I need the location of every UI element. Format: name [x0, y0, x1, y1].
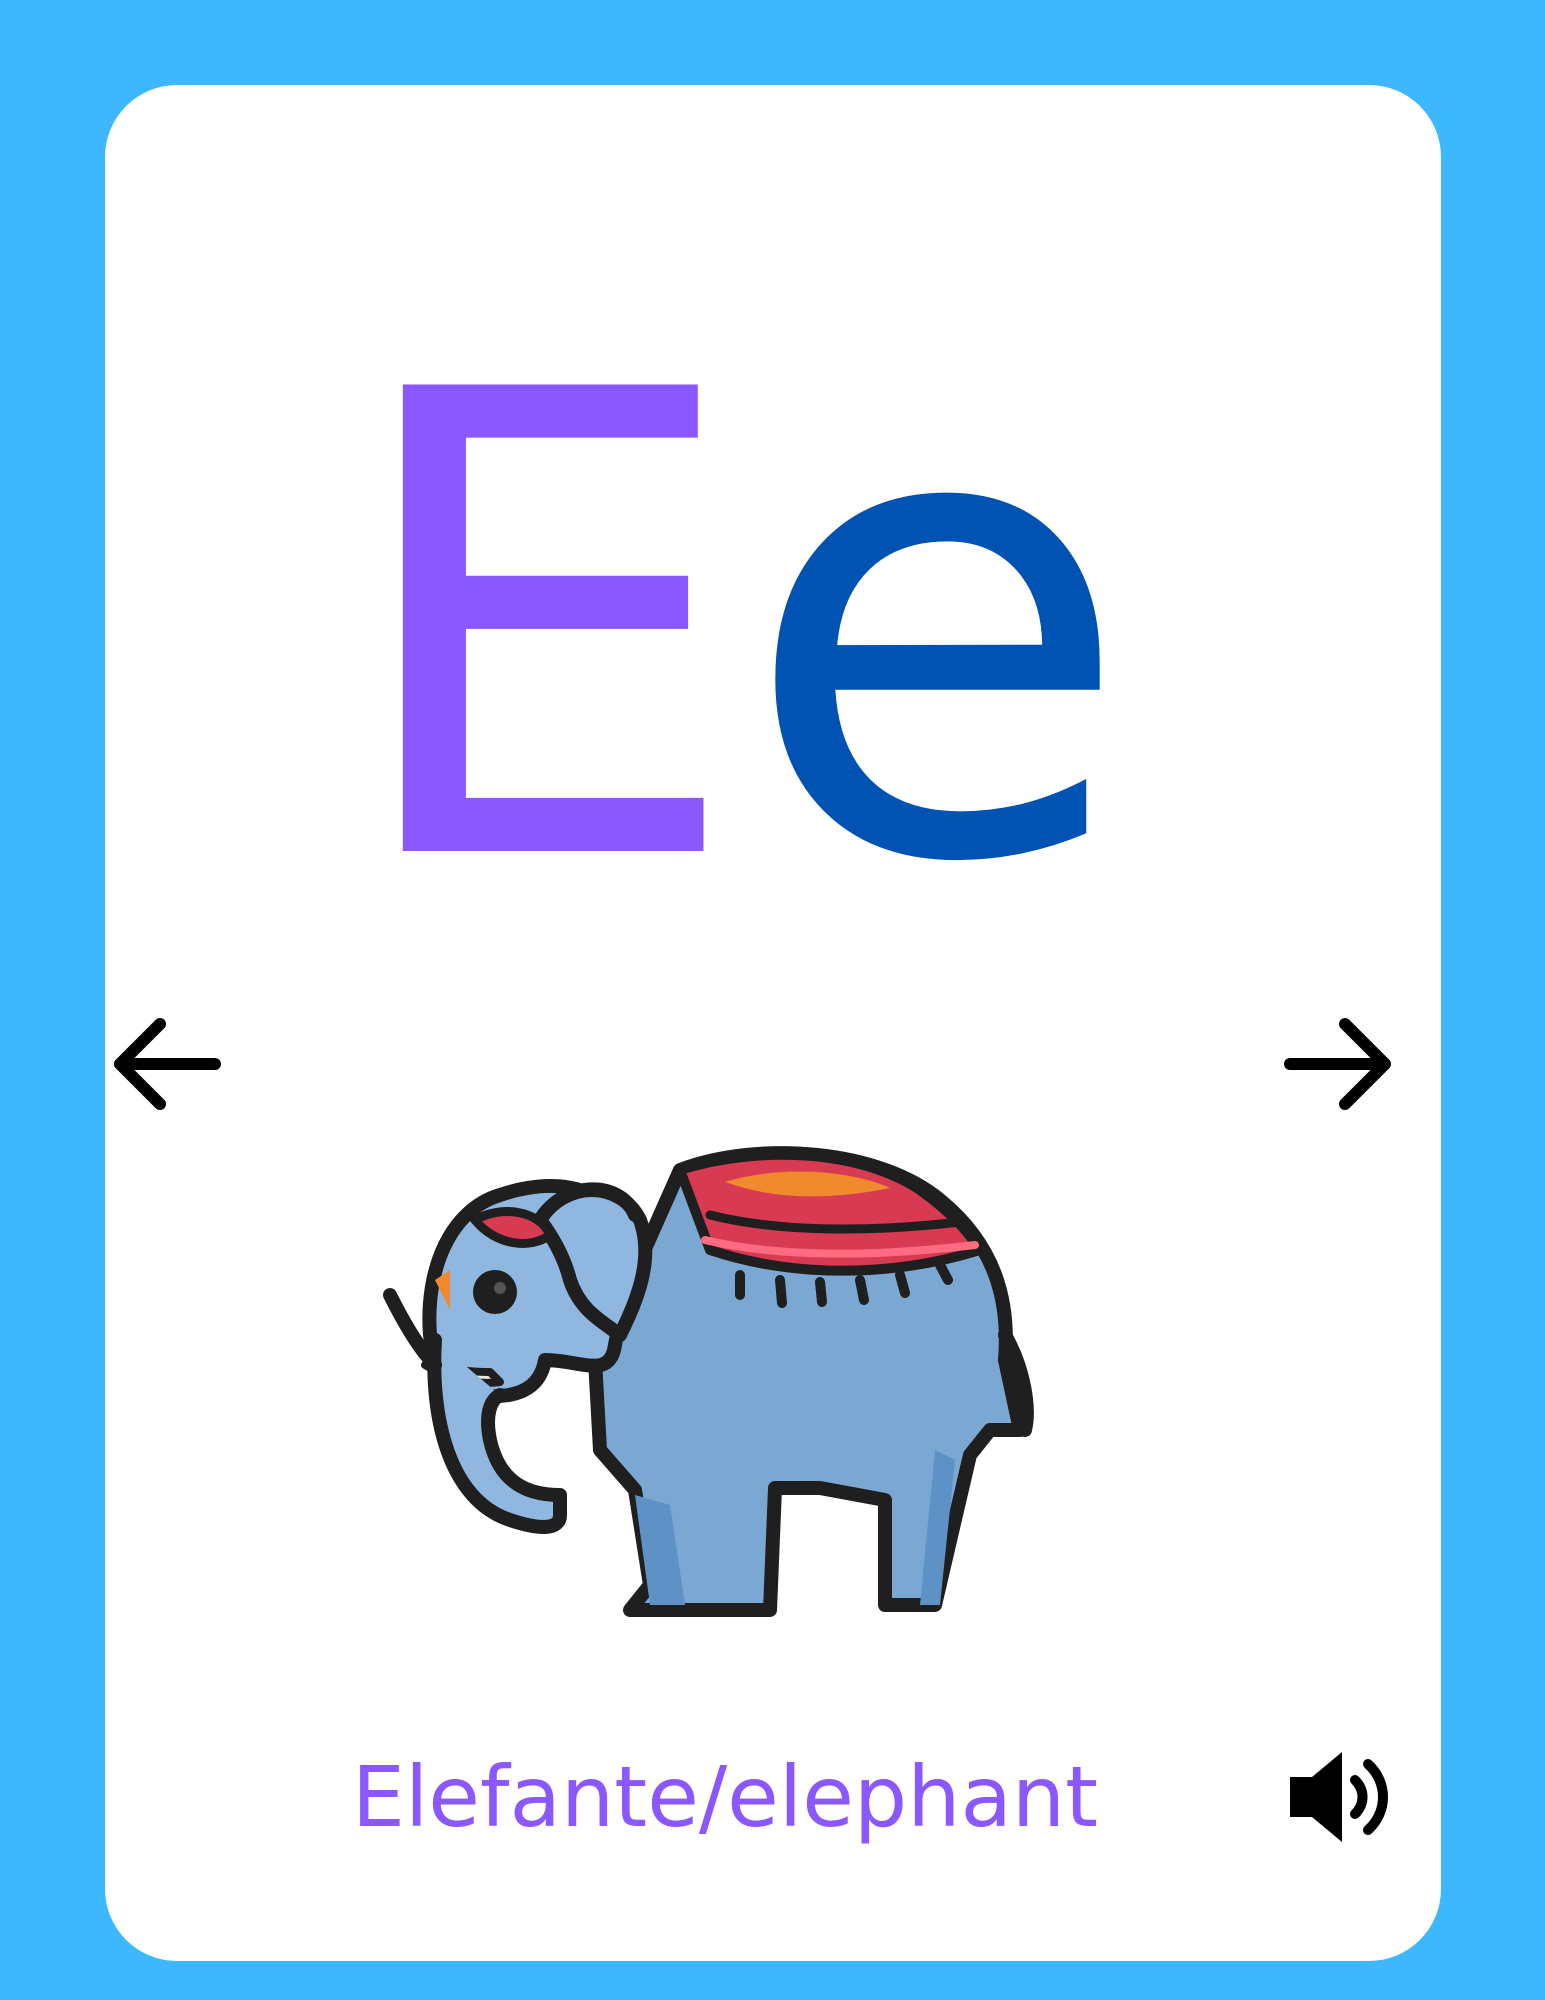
- arrow-left-icon: [114, 1018, 221, 1110]
- word-label: Elefante/elephant: [351, 1748, 1099, 1846]
- lowercase-letter: e: [740, 257, 1134, 1002]
- elephant-icon: [383, 1146, 1034, 1617]
- next-card-button[interactable]: [1280, 1014, 1400, 1114]
- speaker-volume-icon: [1290, 1752, 1388, 1842]
- letter-pair: E e: [0, 257, 1545, 1002]
- elephant-illustration: [380, 1110, 1080, 1620]
- previous-card-button[interactable]: [105, 1014, 225, 1114]
- uppercase-letter: E: [340, 257, 745, 1002]
- play-audio-button[interactable]: [1280, 1742, 1400, 1852]
- arrow-right-icon: [1284, 1018, 1391, 1110]
